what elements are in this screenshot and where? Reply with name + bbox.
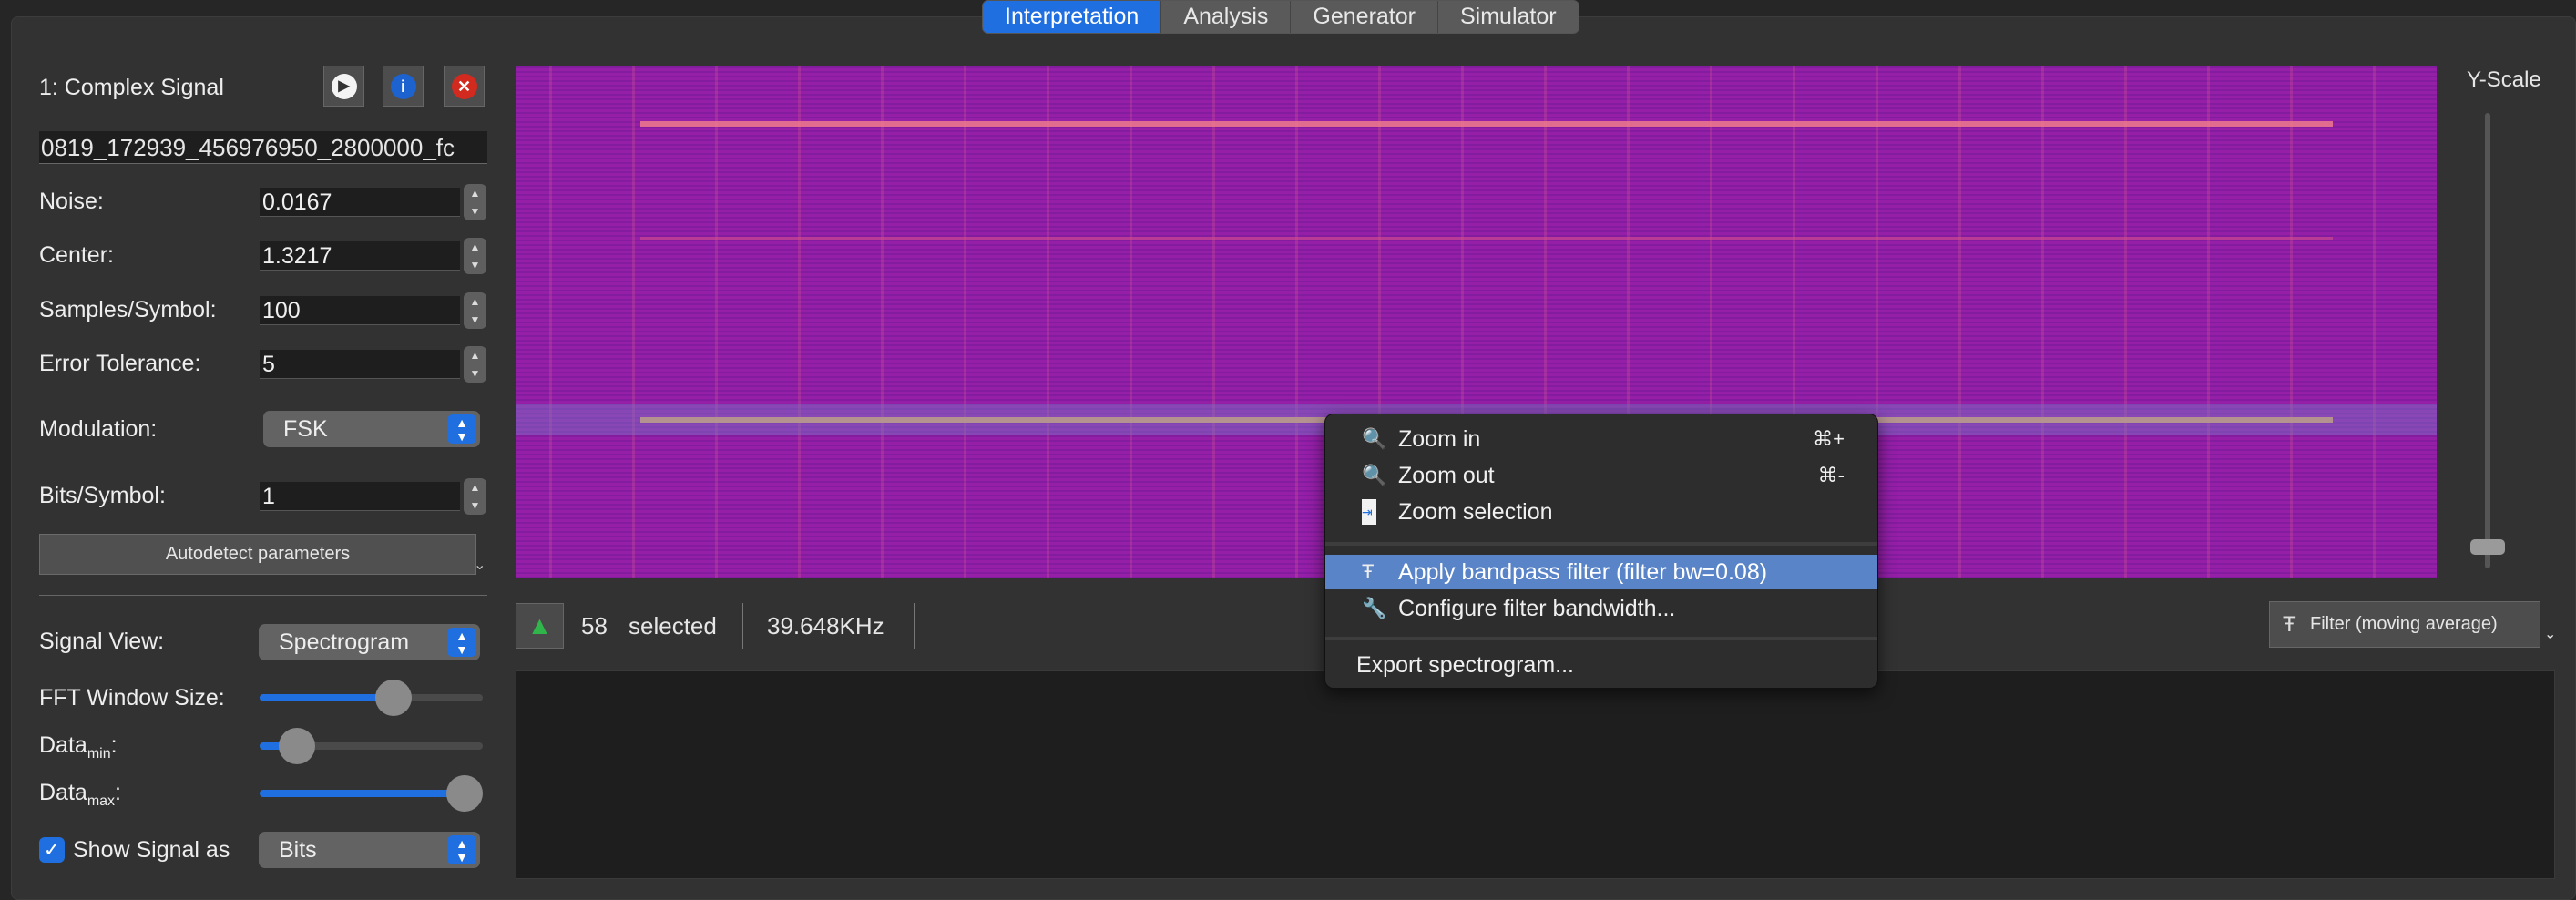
autodetect-button[interactable]: Autodetect parameters	[39, 534, 476, 575]
noise-stepper[interactable]: ▲ ▼	[464, 184, 486, 220]
tab-interpretation[interactable]: Interpretation	[983, 1, 1162, 33]
divider	[914, 603, 915, 649]
info-icon: i	[390, 73, 416, 99]
menu-item-configure-filter[interactable]: 🔧 Configure filter bandwidth...	[1325, 591, 1877, 626]
menu-separator	[1325, 637, 1877, 640]
shortcut: ⌘+	[1813, 427, 1845, 450]
data-max-text: Data	[39, 780, 87, 805]
y-scale-label: Y-Scale	[2467, 67, 2541, 92]
menu-item-export-spectrogram[interactable]: Export spectrogram...	[1325, 648, 1877, 682]
zoom-in-icon: 🔍	[1362, 427, 1387, 450]
close-icon: ✕	[451, 73, 477, 99]
y-scale-thumb[interactable]	[2470, 539, 2505, 555]
play-icon: ▶	[331, 73, 357, 99]
signal-trace	[640, 121, 2333, 127]
modulation-label: Modulation:	[39, 416, 158, 442]
noise-input[interactable]: 0.0167	[260, 188, 460, 217]
slider-thumb[interactable]	[375, 680, 413, 716]
signal-title: 1: Complex Signal	[39, 75, 224, 100]
play-button[interactable]: ▶	[323, 66, 364, 107]
slider-fill	[260, 694, 394, 701]
divider	[39, 595, 487, 596]
y-scale-slider[interactable]	[2485, 113, 2490, 568]
filter-button[interactable]: Ŧ Filter (moving average)	[2269, 601, 2540, 648]
data-max-slider[interactable]	[260, 775, 483, 812]
signal-view-value: Spectrogram	[279, 629, 410, 655]
menu-item-zoom-out[interactable]: 🔍 Zoom out ⌘-	[1325, 458, 1877, 493]
context-menu: 🔍 Zoom in ⌘+ 🔍 Zoom out ⌘- ⇥ Zoom selection Ŧ…	[1324, 414, 1878, 689]
signal-name-field[interactable]: 0819_172939_456976950_2800000_fc	[39, 131, 487, 164]
menu-label: Zoom in	[1398, 426, 1481, 452]
slider-thumb[interactable]	[278, 728, 315, 764]
slider-fill	[260, 790, 465, 797]
modulation-select[interactable]: FSK ▲ ▼	[263, 411, 480, 447]
data-min-label: Datamin:	[39, 732, 118, 762]
bits-per-symbol-label: Bits/Symbol:	[39, 483, 166, 508]
frequency-readout: 39.648KHz	[767, 612, 884, 639]
chevron-updown-icon: ▲ ▼	[447, 628, 476, 657]
modulation-value: FSK	[283, 416, 328, 442]
menu-label: Export spectrogram...	[1356, 652, 1574, 678]
show-signal-checkbox[interactable]: ✓	[39, 837, 65, 863]
menu-label: Configure filter bandwidth...	[1398, 596, 1676, 621]
close-signal-button[interactable]: ✕	[444, 66, 485, 107]
signal-view-select[interactable]: Spectrogram ▲ ▼	[259, 624, 480, 660]
slider-thumb[interactable]	[446, 775, 483, 812]
tree-icon-button[interactable]: ▲	[516, 603, 564, 649]
chevron-updown-icon: ▲ ▼	[447, 835, 476, 864]
center-label: Center:	[39, 242, 114, 268]
signal-view-area[interactable]	[516, 670, 2555, 879]
info-button[interactable]: i	[383, 66, 424, 107]
tab-generator[interactable]: Generator	[1291, 1, 1438, 33]
error-tolerance-stepper[interactable]: ▲ ▼	[464, 346, 486, 383]
error-tolerance-input[interactable]: 5	[260, 350, 460, 379]
center-input[interactable]: 1.3217	[260, 241, 460, 271]
bits-per-symbol-input[interactable]: 1	[260, 482, 460, 511]
data-min-text: Data	[39, 732, 87, 758]
menu-separator	[1325, 542, 1877, 546]
menu-item-zoom-in[interactable]: 🔍 Zoom in ⌘+	[1325, 422, 1877, 456]
signal-trace	[640, 237, 2333, 240]
selected-count: 58	[581, 612, 608, 639]
selected-label: selected	[629, 612, 717, 639]
wrench-icon: 🔧	[1362, 597, 1387, 619]
error-tolerance-label: Error Tolerance:	[39, 351, 201, 376]
center-stepper[interactable]: ▲ ▼	[464, 238, 486, 274]
show-signal-select[interactable]: Bits ▲ ▼	[259, 832, 480, 868]
signal-view-label: Signal View:	[39, 629, 165, 654]
show-signal-label: Show Signal as	[73, 837, 230, 863]
tab-simulator[interactable]: Simulator	[1438, 1, 1579, 33]
chevron-updown-icon: ▲ ▼	[447, 414, 476, 444]
filter-label: Filter (moving average)	[2310, 614, 2498, 634]
bits-per-symbol-stepper[interactable]: ▲ ▼	[464, 478, 486, 515]
data-max-label: Datamax:	[39, 780, 121, 809]
fft-window-label: FFT Window Size:	[39, 685, 225, 711]
chevron-down-icon[interactable]: ⌄	[2544, 625, 2556, 643]
divider	[742, 603, 743, 649]
zoom-out-icon: 🔍	[1362, 464, 1387, 486]
zoom-selection-icon: ⇥	[1362, 499, 1376, 525]
tab-bar: Interpretation Analysis Generator Simula…	[982, 0, 1579, 34]
menu-label: Zoom selection	[1398, 499, 1553, 525]
filter-icon: Ŧ	[2283, 612, 2296, 637]
samples-per-symbol-label: Samples/Symbol:	[39, 297, 217, 322]
menu-item-zoom-selection[interactable]: ⇥ Zoom selection	[1325, 495, 1877, 529]
data-min-slider[interactable]	[260, 728, 483, 764]
menu-label: Apply bandpass filter (filter bw=0.08)	[1398, 559, 1768, 585]
menu-label: Zoom out	[1398, 463, 1495, 488]
filter-icon: Ŧ	[1362, 560, 1375, 583]
shortcut: ⌘-	[1817, 464, 1845, 486]
menu-item-apply-bandpass[interactable]: Ŧ Apply bandpass filter (filter bw=0.08)	[1325, 555, 1877, 589]
show-signal-value: Bits	[279, 837, 317, 863]
data-max-sub: max	[87, 793, 116, 809]
samples-per-symbol-stepper[interactable]: ▲ ▼	[464, 292, 486, 329]
noise-label: Noise:	[39, 189, 104, 214]
fft-window-slider[interactable]	[260, 680, 483, 716]
data-min-sub: min	[87, 746, 111, 762]
tab-analysis[interactable]: Analysis	[1161, 1, 1292, 33]
chevron-down-icon[interactable]: ⌄	[474, 556, 486, 574]
samples-per-symbol-input[interactable]: 100	[260, 296, 460, 325]
